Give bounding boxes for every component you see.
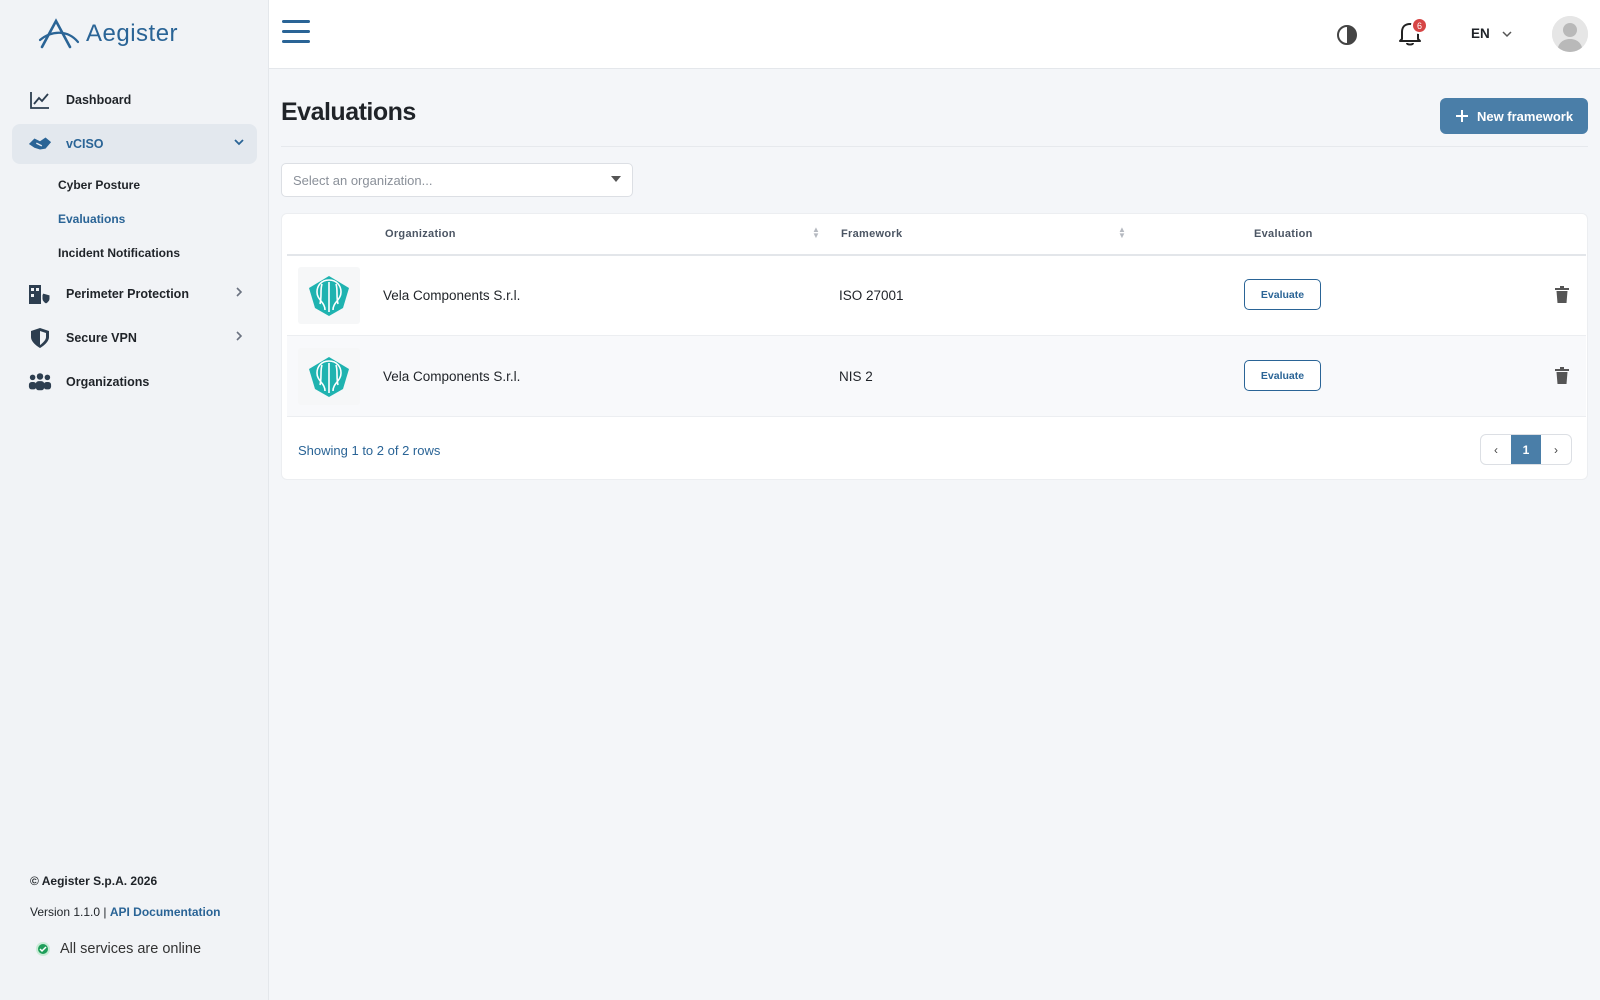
user-avatar[interactable] bbox=[1552, 16, 1588, 52]
brand-logo[interactable]: Aegister bbox=[38, 18, 178, 50]
language-selector[interactable]: EN bbox=[1471, 26, 1512, 41]
sidebar-item-secure-vpn[interactable]: Secure VPN bbox=[12, 318, 257, 358]
copyright-text: © Aegister S.p.A. 2026 bbox=[30, 874, 158, 888]
sidebar-item-label: Organizations bbox=[66, 375, 150, 389]
brand-name: Aegister bbox=[86, 20, 179, 47]
top-bar: 6 EN bbox=[269, 0, 1600, 69]
pagination-page-button[interactable]: 1 bbox=[1511, 435, 1541, 464]
organization-select[interactable]: Select an organization... bbox=[281, 163, 633, 197]
evaluate-button[interactable]: Evaluate bbox=[1244, 279, 1321, 310]
service-status-text: All services are online bbox=[60, 941, 202, 957]
users-group-icon bbox=[28, 370, 52, 394]
column-header-framework[interactable]: Framework bbox=[841, 228, 902, 240]
pagination: ‹ 1 › bbox=[1480, 434, 1572, 465]
api-documentation-link[interactable]: API Documentation bbox=[110, 905, 221, 919]
sort-icon[interactable]: ▲ ▼ bbox=[812, 226, 820, 240]
new-framework-button[interactable]: New framework bbox=[1440, 98, 1588, 134]
chevron-right-icon bbox=[233, 330, 245, 345]
chart-line-icon bbox=[28, 88, 52, 112]
aegister-logo-icon bbox=[38, 18, 80, 49]
organization-logo bbox=[298, 267, 360, 324]
chevron-down-icon bbox=[233, 136, 245, 151]
user-silhouette-icon bbox=[1552, 16, 1588, 52]
version-text: Version 1.1.0 | API Documentation bbox=[30, 905, 221, 919]
table-row: Vela Components S.r.l. NIS 2 Evaluate bbox=[287, 336, 1586, 417]
building-shield-icon bbox=[28, 282, 52, 306]
shield-icon bbox=[28, 326, 52, 350]
pagination-summary: Showing 1 to 2 of 2 rows bbox=[298, 443, 441, 458]
sidebar: Aegister Dashboard vCISO Cyber Posture E… bbox=[0, 0, 269, 1000]
sidebar-item-dashboard[interactable]: Dashboard bbox=[12, 80, 257, 120]
chevron-right-icon bbox=[233, 286, 245, 301]
contrast-toggle-icon[interactable] bbox=[1336, 24, 1358, 51]
plus-icon bbox=[1455, 110, 1468, 122]
chevron-down-icon bbox=[1502, 30, 1512, 37]
version-label: Version 1.1.0 | bbox=[30, 905, 110, 919]
organization-name: Vela Components S.r.l. bbox=[383, 288, 521, 303]
pagination-next-button[interactable]: › bbox=[1541, 435, 1571, 464]
notification-count-badge: 6 bbox=[1411, 17, 1428, 34]
trash-icon[interactable] bbox=[1555, 286, 1569, 308]
sidebar-subitem-incident-notifications[interactable]: Incident Notifications bbox=[58, 236, 257, 270]
organization-name: Vela Components S.r.l. bbox=[383, 369, 521, 384]
sidebar-item-organizations[interactable]: Organizations bbox=[12, 362, 257, 402]
language-code: EN bbox=[1471, 26, 1490, 41]
title-divider bbox=[281, 146, 1588, 147]
menu-toggle-icon[interactable] bbox=[282, 20, 310, 46]
sidebar-nav: Dashboard vCISO Cyber Posture Evaluation… bbox=[12, 80, 257, 406]
evaluations-table: Organization ▲ ▼ Framework ▲ ▼ Evaluation … bbox=[281, 213, 1588, 480]
sidebar-item-label: Dashboard bbox=[66, 93, 132, 107]
sidebar-item-label: Perimeter Protection bbox=[66, 287, 189, 301]
vciso-submenu: Cyber Posture Evaluations Incident Notif… bbox=[12, 168, 257, 270]
evaluate-button[interactable]: Evaluate bbox=[1244, 360, 1321, 391]
organization-logo bbox=[298, 348, 360, 405]
framework-name: ISO 27001 bbox=[839, 288, 904, 303]
page-title: Evaluations bbox=[281, 98, 416, 126]
service-status: All services are online bbox=[36, 941, 201, 957]
sidebar-item-vciso[interactable]: vCISO bbox=[12, 124, 257, 164]
check-circle-icon bbox=[36, 942, 50, 956]
sidebar-item-label: Secure VPN bbox=[66, 331, 137, 345]
caret-down-icon bbox=[611, 176, 621, 182]
framework-name: NIS 2 bbox=[839, 369, 873, 384]
sidebar-subitem-evaluations[interactable]: Evaluations bbox=[58, 202, 257, 236]
column-header-evaluation: Evaluation bbox=[1254, 228, 1313, 240]
trash-icon[interactable] bbox=[1555, 367, 1569, 389]
pagination-prev-button[interactable]: ‹ bbox=[1481, 435, 1511, 464]
handshake-icon bbox=[28, 132, 52, 156]
table-row: Vela Components S.r.l. ISO 27001 Evaluat… bbox=[287, 255, 1586, 336]
sort-icon[interactable]: ▲ ▼ bbox=[1118, 226, 1126, 240]
organization-select-placeholder: Select an organization... bbox=[293, 172, 433, 188]
organization-logo-icon bbox=[309, 356, 349, 397]
table-header: Organization ▲ ▼ Framework ▲ ▼ Evaluation bbox=[287, 214, 1586, 256]
sidebar-item-label: vCISO bbox=[66, 137, 104, 151]
column-header-organization[interactable]: Organization bbox=[385, 228, 456, 240]
organization-logo-icon bbox=[309, 275, 349, 316]
sidebar-item-perimeter-protection[interactable]: Perimeter Protection bbox=[12, 274, 257, 314]
new-framework-label: New framework bbox=[1476, 108, 1574, 124]
sidebar-subitem-cyber-posture[interactable]: Cyber Posture bbox=[58, 168, 257, 202]
